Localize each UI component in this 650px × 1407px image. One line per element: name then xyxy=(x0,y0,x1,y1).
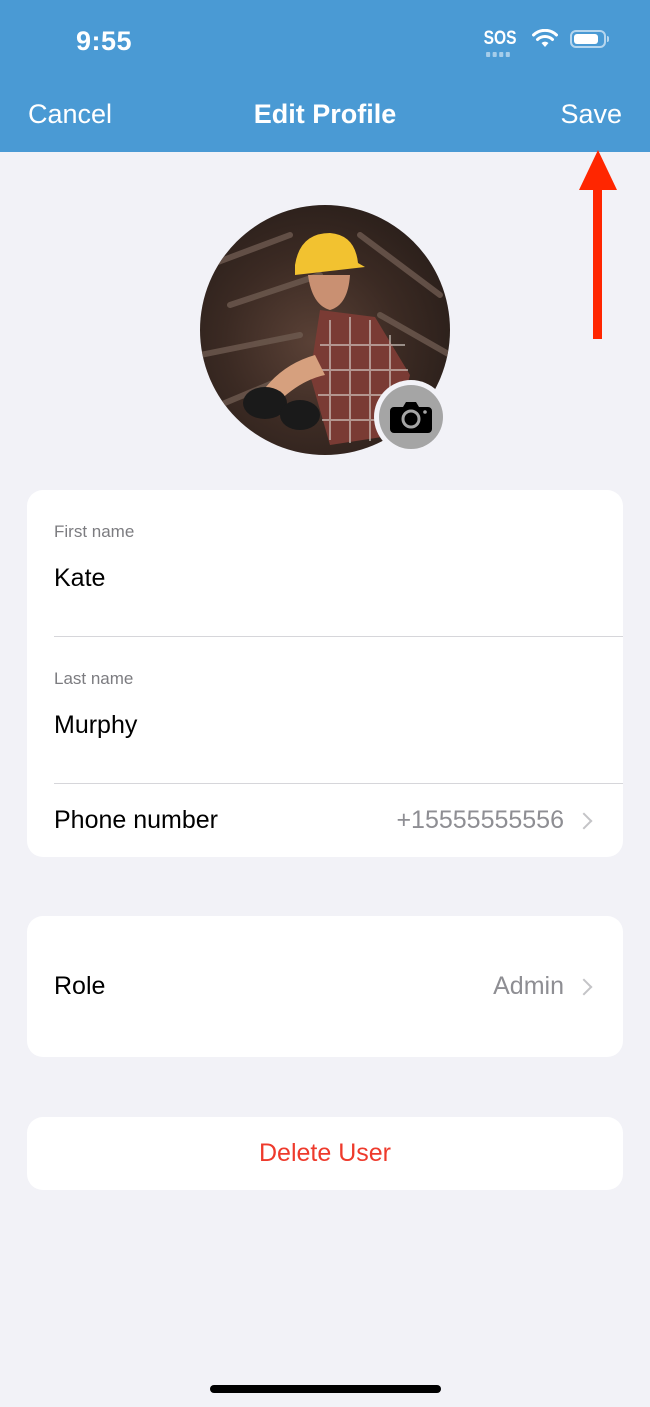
phone-number-value: +15555555556 xyxy=(396,806,564,834)
role-label: Role xyxy=(54,972,106,1000)
role-value: Admin xyxy=(493,972,564,1000)
wifi-icon xyxy=(532,29,558,47)
phone-number-row[interactable]: Phone number +15555555556 xyxy=(54,784,596,857)
change-photo-button[interactable] xyxy=(374,380,448,454)
divider xyxy=(54,636,623,637)
chevron-right-icon xyxy=(575,978,593,995)
camera-icon xyxy=(390,402,432,433)
role-row[interactable]: Role Admin xyxy=(54,916,596,1057)
sos-icon: SOS xyxy=(483,28,517,57)
camera-button-bg xyxy=(379,385,443,449)
first-name-field[interactable]: First name Kate xyxy=(54,522,623,593)
home-indicator[interactable] xyxy=(210,1385,441,1393)
delete-user-label: Delete User xyxy=(259,1139,391,1167)
last-name-field[interactable]: Last name Murphy xyxy=(54,669,623,740)
delete-user-button[interactable]: Delete User xyxy=(27,1117,623,1190)
chevron-right-icon xyxy=(575,812,593,829)
save-button[interactable]: Save xyxy=(560,99,622,130)
phone-number-value-group: +15555555556 xyxy=(396,806,596,835)
first-name-input[interactable]: Kate xyxy=(54,564,623,593)
status-time: 9:55 xyxy=(76,26,133,56)
status-icons: SOS xyxy=(480,28,609,57)
last-name-input[interactable]: Murphy xyxy=(54,711,623,740)
signal-dots xyxy=(485,52,510,57)
annotation-arrow xyxy=(579,150,617,339)
navigation-header: 9:55 SOS Cancel Edit Profile Save xyxy=(0,0,650,152)
last-name-label: Last name xyxy=(54,669,134,688)
first-name-label: First name xyxy=(54,522,135,541)
avatar-container xyxy=(200,205,450,455)
sos-label: SOS xyxy=(483,28,517,49)
battery-icon xyxy=(570,30,609,48)
role-card: Role Admin xyxy=(27,916,623,1057)
role-value-group: Admin xyxy=(493,972,596,1001)
profile-fields-card: First name Kate Last name Murphy Phone n… xyxy=(27,490,623,857)
cancel-button[interactable]: Cancel xyxy=(28,99,112,130)
phone-number-label: Phone number xyxy=(54,806,219,834)
